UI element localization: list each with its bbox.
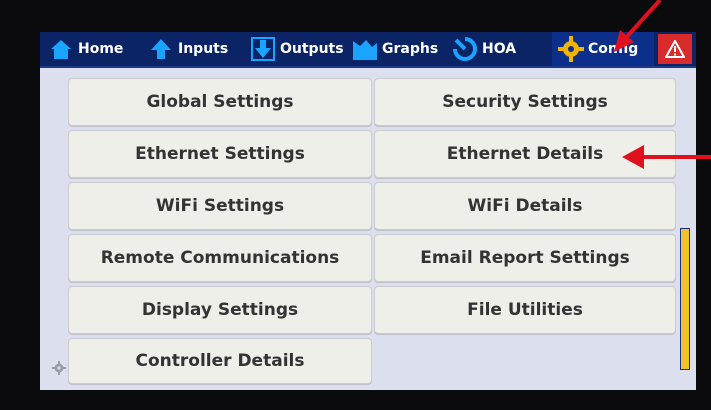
home-icon <box>48 36 74 62</box>
touch-screen: Home Inputs Outputs Graphs HOA Config Gl… <box>40 32 696 390</box>
ethernet-settings-button[interactable]: Ethernet Settings <box>68 130 372 178</box>
hoa-icon <box>452 36 478 62</box>
tab-graphs-label: Graphs <box>382 41 439 57</box>
annotation-arrow-config-icon <box>614 0 662 52</box>
security-settings-button[interactable]: Security Settings <box>374 78 676 126</box>
controller-details-button[interactable]: Controller Details <box>68 338 372 384</box>
tab-inputs[interactable]: Inputs <box>148 32 228 66</box>
settings-gear-icon[interactable] <box>52 360 66 379</box>
up-arrow-icon <box>148 36 174 62</box>
tab-inputs-label: Inputs <box>178 41 229 57</box>
tab-hoa-label: HOA <box>482 41 517 57</box>
global-settings-button[interactable]: Global Settings <box>68 78 372 126</box>
scrollbar[interactable] <box>680 228 690 370</box>
tab-outputs-label: Outputs <box>280 41 344 57</box>
email-report-settings-button[interactable]: Email Report Settings <box>374 234 676 282</box>
annotation-arrow-ethernet-details-icon <box>622 145 711 169</box>
tab-outputs[interactable]: Outputs <box>250 32 344 66</box>
tab-hoa[interactable]: HOA <box>452 32 516 66</box>
wifi-details-button[interactable]: WiFi Details <box>374 182 676 230</box>
tab-home-label: Home <box>78 41 124 57</box>
config-menu: Global Settings Security Settings Ethern… <box>40 68 696 390</box>
graph-icon <box>352 36 378 62</box>
remote-communications-button[interactable]: Remote Communications <box>68 234 372 282</box>
tab-home[interactable]: Home <box>48 32 123 66</box>
tab-graphs[interactable]: Graphs <box>352 32 438 66</box>
wifi-settings-button[interactable]: WiFi Settings <box>68 182 372 230</box>
file-utilities-button[interactable]: File Utilities <box>374 286 676 334</box>
display-settings-button[interactable]: Display Settings <box>68 286 372 334</box>
down-arrow-icon <box>250 36 276 62</box>
